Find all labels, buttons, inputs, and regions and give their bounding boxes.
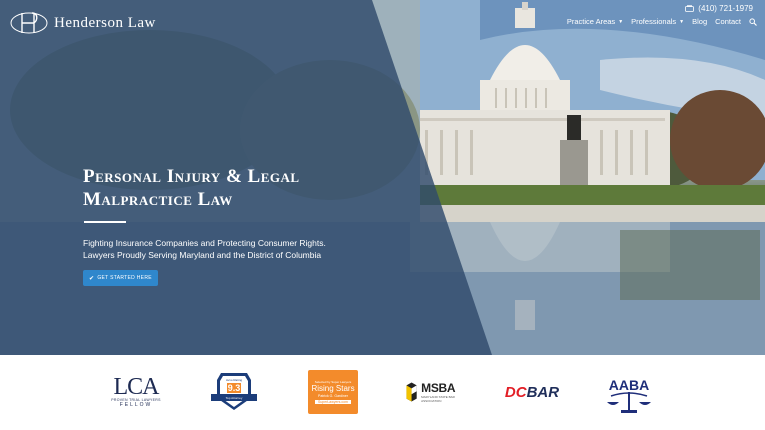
- bar-text: BAR: [526, 383, 560, 401]
- nav-label: Blog: [692, 17, 708, 26]
- phone-number: (410) 721-1979: [698, 4, 753, 13]
- aaba-scales-icon: AABA: [607, 377, 651, 413]
- avvo-top-label: Avvo Rating: [226, 378, 242, 382]
- henderson-monogram-icon: [10, 12, 48, 34]
- rising-stars-badge[interactable]: Selected by Super Lawyers Rising Stars P…: [308, 370, 358, 414]
- lca-logo-text: LCA: [113, 374, 160, 400]
- chevron-down-icon: ▼: [618, 18, 624, 25]
- avvo-score: 9.3: [228, 383, 241, 393]
- msba-subtitle: MARYLAND STATE BAR ASSOCIATION: [421, 395, 455, 403]
- avvo-shield-icon: 9.3 Avvo Rating Top Attorney: [211, 373, 257, 410]
- avvo-rating-badge[interactable]: 9.3 Avvo Rating Top Attorney: [207, 370, 261, 414]
- nav-label: Practice Areas: [566, 17, 616, 26]
- avvo-bottom-label: Top Attorney: [226, 396, 243, 400]
- main-nav: Practice Areas ▼ Professionals ▼ Blog Co…: [567, 17, 757, 26]
- msba-text: MSBA MARYLAND STATE BAR ASSOCIATION: [421, 381, 461, 403]
- aaba-badge[interactable]: AABA: [603, 370, 655, 414]
- dc-bar-badge[interactable]: DC BAR: [504, 370, 560, 414]
- msba-badge[interactable]: MSBA MARYLAND STATE BAR ASSOCIATION: [405, 370, 461, 414]
- hero-subtext: Fighting Insurance Companies and Protect…: [83, 237, 326, 261]
- subtext-line-2: Lawyers Proudly Serving Maryland and the…: [83, 250, 322, 260]
- brand-logo[interactable]: Henderson Law: [10, 10, 156, 36]
- nav-practice-areas[interactable]: Practice Areas ▼: [567, 17, 623, 26]
- phone-icon: [685, 5, 695, 12]
- rising-site: SuperLawyers.com: [315, 400, 351, 404]
- maryland-flag-icon: [406, 382, 417, 402]
- lca-fellow-badge[interactable]: LCA PROVEN TRIAL LAWYERS FELLOW: [108, 370, 164, 414]
- subtext-line-1: Fighting Insurance Companies and Protect…: [83, 238, 326, 248]
- hero-divider: [84, 221, 126, 223]
- brand-name: Henderson Law: [54, 14, 156, 31]
- lca-fellow-label: FELLOW: [119, 402, 153, 408]
- msba-title: MSBA: [421, 381, 456, 395]
- headline-line-2: Malpractice Law: [83, 189, 233, 210]
- check-icon: ✔: [89, 275, 95, 282]
- rising-name: Patrick G. Gardiner: [318, 394, 348, 398]
- nav-blog[interactable]: Blog: [692, 17, 707, 26]
- rising-title: Rising Stars: [311, 384, 355, 393]
- hero-section: Henderson Law (410) 721-1979 Practice Ar…: [0, 0, 765, 355]
- nav-label: Professionals: [631, 17, 677, 26]
- dc-text: DC: [504, 383, 527, 401]
- get-started-button[interactable]: ✔ GET STARTED HERE: [83, 270, 158, 286]
- headline-line-1: Personal Injury & Legal: [83, 166, 300, 187]
- nav-label: Contact: [715, 17, 741, 26]
- search-icon[interactable]: [749, 17, 757, 26]
- nav-contact[interactable]: Contact: [715, 17, 741, 26]
- chevron-down-icon: ▼: [679, 18, 685, 25]
- phone-link[interactable]: (410) 721-1979: [685, 4, 753, 13]
- rising-stars-box: Selected by Super Lawyers Rising Stars P…: [308, 370, 358, 414]
- hero-headline: Personal Injury & Legal Malpractice Law: [83, 165, 300, 211]
- nav-professionals[interactable]: Professionals ▼: [631, 17, 684, 26]
- cta-label: GET STARTED HERE: [97, 275, 152, 281]
- aaba-text: AABA: [609, 377, 649, 393]
